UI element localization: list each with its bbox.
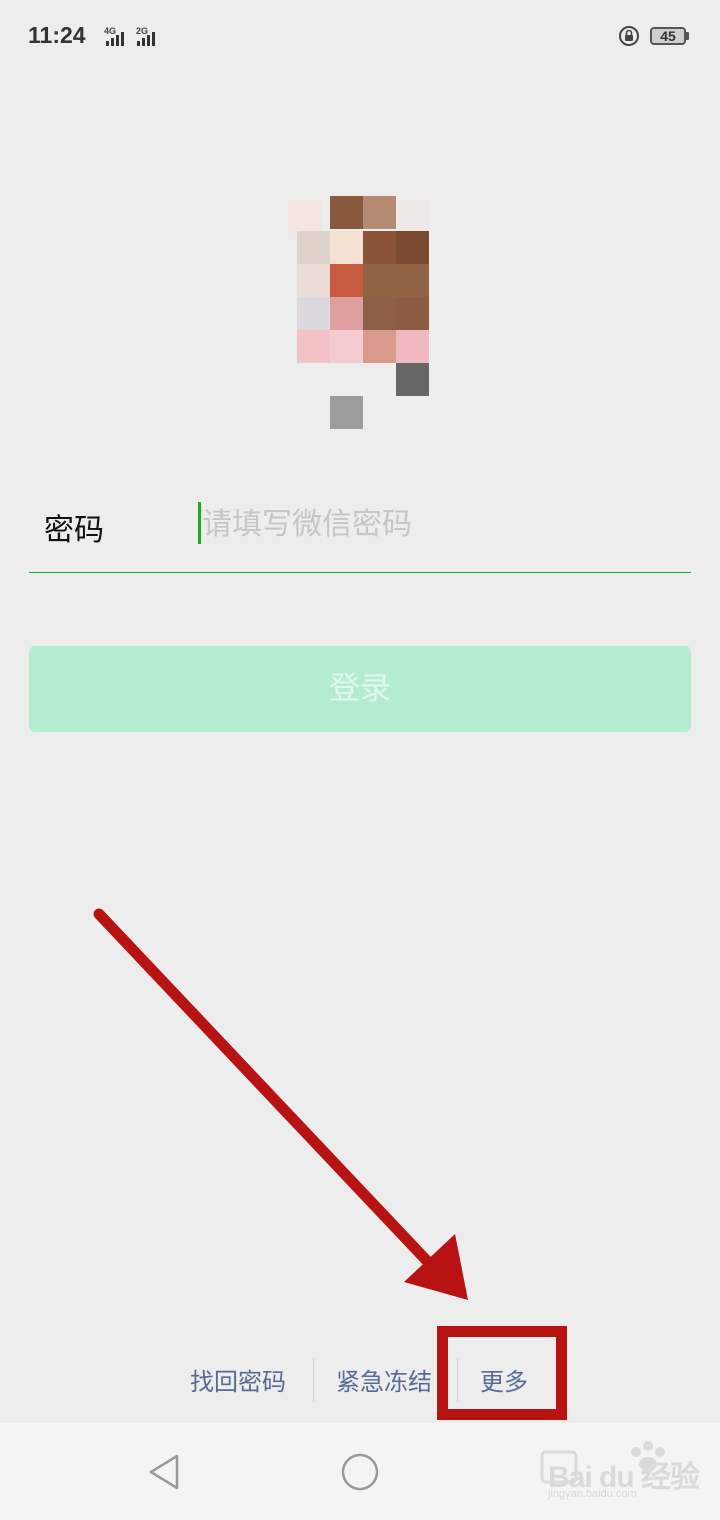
rotation-lock-icon — [619, 26, 639, 46]
status-bar: 11:24 4G 2G 45 — [0, 0, 720, 76]
watermark-url: jingyan.baidu.com — [548, 1488, 637, 1500]
login-button[interactable]: 登录 — [29, 646, 691, 732]
password-label: 密码 — [44, 513, 104, 548]
home-icon — [341, 1453, 379, 1490]
signal-icon — [137, 30, 155, 46]
back-icon — [149, 1454, 179, 1489]
battery-nub — [686, 32, 689, 40]
status-time: 11:24 — [28, 22, 86, 48]
back-button[interactable] — [124, 1423, 204, 1520]
password-underline — [29, 572, 691, 573]
text-cursor — [198, 502, 201, 544]
emergency-freeze-link[interactable]: 紧急冻结 — [336, 1362, 432, 1397]
home-button[interactable] — [320, 1423, 400, 1520]
password-input[interactable] — [202, 500, 682, 548]
link-divider — [313, 1358, 314, 1402]
link-divider — [457, 1358, 458, 1402]
battery-level: 45 — [660, 28, 676, 44]
more-link[interactable]: 更多 — [480, 1362, 528, 1397]
recover-password-link[interactable]: 找回密码 — [190, 1362, 286, 1397]
signal-icon — [106, 30, 124, 46]
avatar — [280, 196, 450, 436]
